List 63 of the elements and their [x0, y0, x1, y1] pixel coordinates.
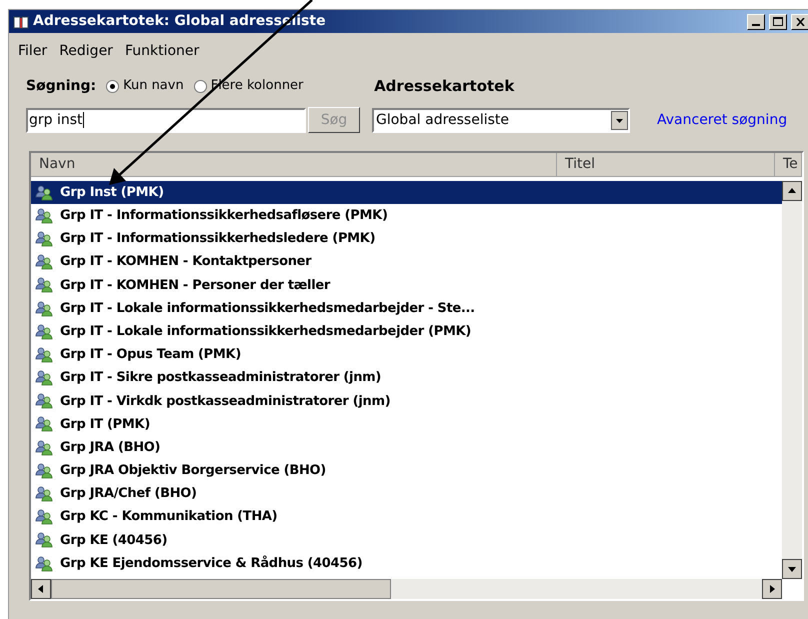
group-icon [35, 300, 53, 317]
group-icon [35, 416, 53, 432]
close-button[interactable] [791, 14, 808, 30]
group-icon [35, 184, 53, 201]
book-icon [13, 14, 29, 28]
maximize-icon [773, 17, 783, 26]
group-icon [35, 254, 53, 270]
close-icon [796, 18, 804, 26]
address-book-dropdown[interactable]: Global adresseliste [372, 108, 630, 132]
group-icon [35, 370, 53, 386]
radio-label[interactable]: Kun navn [123, 76, 184, 96]
search-label: Søgning: [26, 76, 96, 96]
list-row[interactable]: Grp IT - Informationssikkerhedsafløsere (PMK) [31, 204, 782, 228]
column-header[interactable]: Te [775, 153, 802, 177]
window-title: Adressekartotek: Global adresseliste [33, 12, 326, 31]
menu-item[interactable]: Filer [18, 40, 48, 62]
scroll-down-icon [782, 559, 802, 579]
radio-button[interactable] [194, 80, 207, 92]
list-row[interactable]: Grp IT - Lokale informationssikkerhedsmedarbejder - Ste... [31, 296, 782, 320]
scrollbar-thumb[interactable] [51, 579, 391, 599]
list-row[interactable]: Grp JRA Objektiv Borgerservice (BHO) [31, 459, 782, 482]
group-icon [35, 486, 53, 502]
list-row[interactable]: Grp IT - Lokale informationssikkerhedsmedarbejder (PMK) [31, 320, 782, 344]
scroll-up-icon [782, 181, 802, 201]
group-icon [35, 532, 53, 548]
list-row[interactable]: Grp KE (40456) [31, 528, 782, 552]
list-row[interactable]: Grp JRA/Chef (BHO) [31, 482, 782, 506]
list-row[interactable]: Grp IT - Opus Team (PMK) [31, 343, 782, 366]
address-book-label: Adressekartotek [374, 76, 514, 97]
list-row[interactable]: Grp IT - Virkdk postkasseadministratorer (jnm) [31, 390, 782, 413]
column-header[interactable]: Titel [557, 153, 775, 177]
list-row[interactable]: Grp IT (PMK) [31, 412, 782, 436]
group-icon [35, 346, 53, 363]
list-row[interactable]: Grp KC - Kommunikation (THA) [31, 506, 782, 529]
list-row[interactable]: Grp IT - Informationssikkerhedsledere (PMK) [31, 227, 782, 251]
list-row[interactable]: Grp IT - KOMHEN - Personer der tæller [31, 274, 782, 297]
vertical-scrollbar[interactable] [782, 181, 802, 579]
radio-button[interactable] [106, 80, 120, 92]
group-icon [35, 509, 53, 526]
menu-item[interactable]: Funktioner [124, 40, 200, 62]
menu-item[interactable]: Rediger [59, 40, 113, 62]
list-row[interactable]: Grp Inst (PMK) [31, 181, 782, 204]
scroll-left-icon [31, 579, 51, 599]
column-header[interactable]: Navn [31, 153, 557, 177]
minimize-button[interactable] [747, 14, 765, 30]
group-icon [35, 462, 53, 479]
group-icon [35, 324, 53, 340]
list-row[interactable]: Grp IT - KOMHEN - Kontaktpersoner [31, 250, 782, 274]
group-icon [35, 230, 53, 247]
scroll-right-icon [762, 579, 782, 599]
list-row[interactable]: Grp KE Ejendomsservice & Rådhus (40456) [31, 552, 782, 576]
group-icon [35, 556, 53, 572]
list-row[interactable]: Grp IT - Sikre postkasseadministratorer (jnm) [31, 366, 782, 390]
group-icon [35, 440, 53, 456]
list-row[interactable]: Grp JRA (BHO) [31, 436, 782, 460]
horizontal-scrollbar[interactable] [31, 579, 782, 599]
minimize-icon [752, 24, 760, 26]
search-field[interactable]: grp inst [26, 108, 306, 132]
advanced-search-link[interactable]: Avanceret søgning [657, 110, 788, 130]
group-icon [35, 393, 53, 410]
group-icon [35, 277, 53, 294]
maximize-button[interactable] [769, 14, 787, 30]
group-icon [35, 208, 53, 224]
